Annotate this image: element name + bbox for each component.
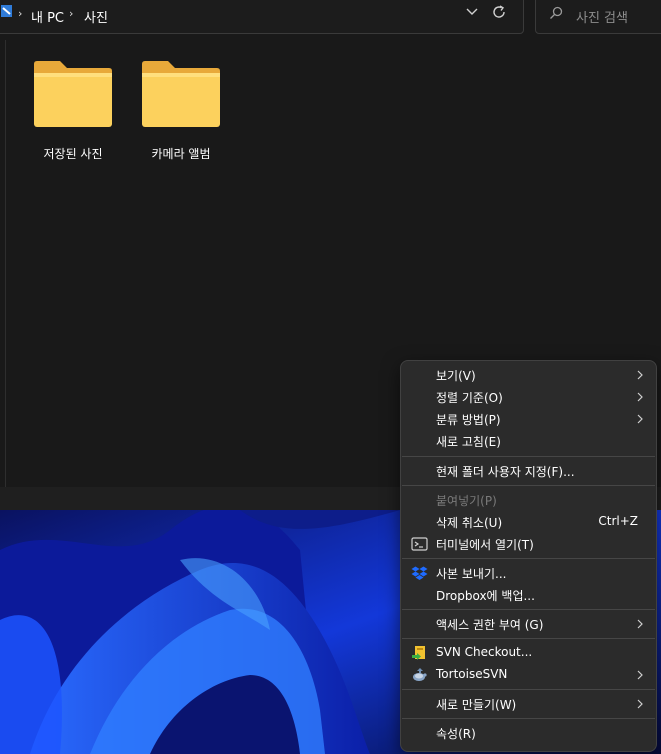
menu-item-label: 액세스 권한 부여 (G) — [436, 618, 544, 632]
search-input[interactable]: 사진 검색 — [535, 0, 661, 34]
menu-item-label: 분류 방법(P) — [436, 413, 501, 427]
chevron-right-icon — [637, 370, 643, 380]
svn-checkout-icon — [412, 646, 425, 660]
menu-item-label: 붙여넣기(P) — [436, 494, 497, 508]
menu-item-undo-delete[interactable]: 삭제 취소(U) Ctrl+Z — [405, 511, 652, 533]
chevron-right-icon — [637, 699, 643, 709]
folder-icon — [142, 61, 220, 127]
menu-item-properties[interactable]: 속성(R) — [405, 722, 652, 744]
search-icon — [550, 6, 563, 19]
menu-item-label: 보기(V) — [436, 369, 476, 383]
tortoisesvn-icon — [413, 668, 427, 681]
menu-separator — [402, 456, 655, 457]
address-bar[interactable]: › 내 PC › 사진 — [0, 0, 524, 34]
folder-label: 저장된 사진 — [43, 147, 103, 161]
breadcrumb-pictures[interactable]: 사진 — [84, 7, 108, 26]
menu-item-view[interactable]: 보기(V) — [405, 364, 652, 386]
menu-item-label: 새로 만들기(W) — [436, 698, 517, 712]
menu-item-label: 새로 고침(E) — [436, 435, 501, 449]
dropbox-icon — [411, 566, 428, 580]
chevron-down-icon[interactable] — [465, 7, 479, 17]
menu-item-label: 현재 폴더 사용자 지정(F)... — [436, 465, 575, 479]
menu-item-label: 정렬 기준(O) — [436, 391, 503, 405]
menu-item-group-by[interactable]: 분류 방법(P) — [405, 408, 652, 430]
chevron-right-icon — [637, 392, 643, 402]
folder-label: 카메라 앨범 — [151, 147, 211, 161]
menu-item-open-in-terminal[interactable]: 터미널에서 열기(T) — [405, 533, 652, 555]
menu-item-sort-by[interactable]: 정렬 기준(O) — [405, 386, 652, 408]
breadcrumb-this-pc[interactable]: 내 PC — [31, 7, 64, 26]
menu-separator — [402, 638, 655, 639]
folder-icon — [34, 61, 112, 127]
menu-item-dropbox-backup[interactable]: Dropbox에 백업... — [405, 584, 652, 606]
menu-item-label: 사본 보내기... — [436, 567, 507, 581]
menu-item-give-access[interactable]: 액세스 권한 부여 (G) — [405, 613, 652, 635]
menu-separator — [402, 558, 655, 559]
terminal-icon — [411, 537, 428, 551]
folder-item-saved-pictures[interactable]: 저장된 사진 — [23, 60, 123, 170]
breadcrumb-separator: › — [18, 7, 23, 20]
menu-item-label: 삭제 취소(U) — [436, 516, 503, 530]
chevron-right-icon — [637, 414, 643, 424]
search-placeholder: 사진 검색 — [576, 11, 628, 26]
this-pc-icon — [1, 5, 12, 17]
folder-item-camera-roll[interactable]: 카메라 앨범 — [131, 60, 231, 170]
menu-item-label: TortoiseSVN — [436, 667, 508, 681]
menu-item-new[interactable]: 새로 만들기(W) — [405, 693, 652, 715]
menu-item-label: 터미널에서 열기(T) — [436, 538, 534, 552]
menu-item-paste: 붙여넣기(P) — [405, 489, 652, 511]
menu-item-refresh[interactable]: 새로 고침(E) — [405, 430, 652, 452]
chevron-right-icon — [637, 670, 643, 680]
menu-item-tortoisesvn[interactable]: TortoiseSVN — [405, 664, 652, 686]
menu-item-label: Dropbox에 백업... — [436, 589, 535, 603]
menu-separator — [402, 485, 655, 486]
menu-item-label: 속성(R) — [436, 727, 476, 741]
chevron-right-icon — [637, 619, 643, 629]
menu-separator — [402, 609, 655, 610]
menu-separator — [402, 718, 655, 719]
refresh-icon[interactable] — [491, 4, 507, 20]
context-menu: 보기(V) 정렬 기준(O) 분류 방법(P) 새로 고침(E) 현재 폴더 사… — [400, 360, 657, 752]
menu-separator — [402, 689, 655, 690]
menu-item-shortcut: Ctrl+Z — [598, 514, 638, 528]
menu-item-send-copy[interactable]: 사본 보내기... — [405, 562, 652, 584]
menu-item-customize-folder[interactable]: 현재 폴더 사용자 지정(F)... — [405, 460, 652, 482]
menu-item-svn-checkout[interactable]: SVN Checkout... — [405, 642, 652, 664]
breadcrumb-separator: › — [69, 7, 74, 20]
menu-item-label: SVN Checkout... — [436, 645, 533, 659]
